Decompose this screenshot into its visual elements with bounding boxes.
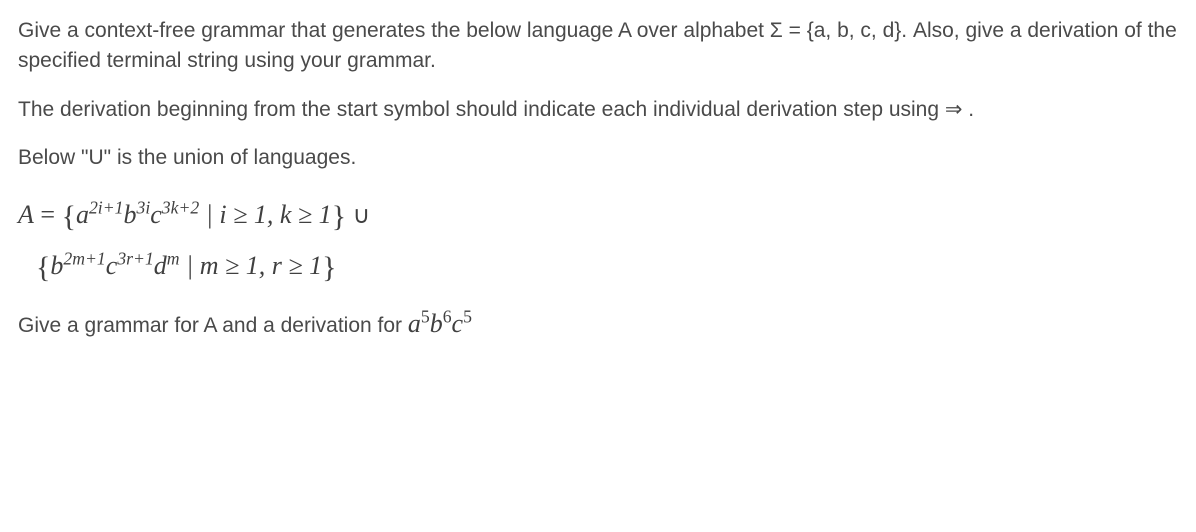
equation-line-1: A = {a2i+1b3ic3k+2 | i ≥ 1, k ≥ 1} ∪ <box>18 192 1178 236</box>
final-line: Give a grammar for A and a derivation fo… <box>18 305 1178 343</box>
set2-condition: | m ≥ 1, r ≥ 1 <box>180 251 323 280</box>
set2-c-exp: 3r+1 <box>117 249 153 269</box>
target-string: a5b6c5 <box>408 309 472 338</box>
paragraph-2: The derivation beginning from the start … <box>18 95 1178 125</box>
final-text: Give a grammar for A and a derivation fo… <box>18 314 408 337</box>
set2-b-exp: 2m+1 <box>63 249 105 269</box>
set2-b-base: b <box>50 251 63 280</box>
set2-open-brace: { <box>36 246 50 290</box>
eq-equals: = <box>40 200 61 229</box>
set1-a-exp: 2i+1 <box>89 197 124 217</box>
equation-line-2: {b2m+1c3r+1dm | m ≥ 1, r ≥ 1} <box>36 243 1178 287</box>
set2-d-base: d <box>154 251 167 280</box>
set1-open-brace: { <box>62 195 76 239</box>
set2-d-exp: m <box>167 249 180 269</box>
set1-c-exp: 3k+2 <box>162 197 199 217</box>
set1-b-base: b <box>123 200 136 229</box>
set1-close-brace: } <box>332 195 346 239</box>
set1-c-base: c <box>150 200 162 229</box>
set1-a-base: a <box>76 200 89 229</box>
paragraph-1: Give a context-free grammar that generat… <box>18 16 1178 77</box>
set2-close-brace: } <box>322 246 336 290</box>
union-symbol: ∪ <box>353 203 371 229</box>
set1-condition: | i ≥ 1, k ≥ 1 <box>199 200 331 229</box>
eq-lhs: A <box>18 200 34 229</box>
set1-b-exp: 3i <box>136 197 150 217</box>
set2-c-base: c <box>106 251 118 280</box>
paragraph-3: Below "U" is the union of languages. <box>18 143 1178 173</box>
